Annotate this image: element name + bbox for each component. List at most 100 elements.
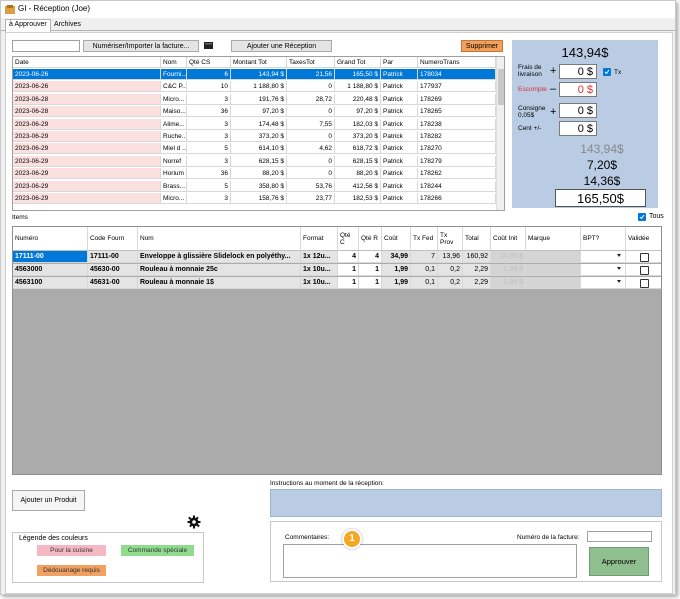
item-cell[interactable]: 1,99 (382, 264, 411, 276)
tab-to-approve[interactable]: à Approuver (5, 19, 51, 32)
item-col-header[interactable]: Coût (382, 227, 411, 251)
item-col-header[interactable]: Nom (138, 227, 301, 251)
reception-cell: Micro... (161, 93, 187, 105)
dropdown-arrow-icon[interactable] (617, 267, 621, 270)
reception-row[interactable]: 2023-06-29 Alime... 3 174,48 $7,55 182,03 $ P… (13, 118, 504, 130)
validated-checkbox[interactable] (640, 253, 649, 262)
reception-cell: Patrick (381, 131, 418, 142)
validated-checkbox[interactable] (640, 266, 649, 275)
item-row[interactable]: 17111-00 17111-00 Enveloppe à glissière Sl… (13, 251, 661, 264)
reception-cell: 88,20 $ (231, 168, 287, 180)
item-cell[interactable] (581, 277, 626, 289)
reception-row[interactable]: 2023-06-29 Miel d ... 5 614,10 $4,62 618,72 … (13, 143, 504, 155)
reception-row[interactable]: 2023-06-29 Horium 36 88,20 $0 88,20 $ Patrick… (13, 168, 504, 180)
col-header[interactable]: Par (381, 57, 418, 68)
col-header[interactable]: Nom (161, 57, 187, 68)
scan-import-button[interactable]: Numériser/Importer la facture... (83, 40, 199, 52)
item-col-header[interactable]: Qté R (359, 227, 382, 251)
dropdown-arrow-icon[interactable] (617, 280, 621, 283)
reception-row[interactable]: 2023-06-29 Ruche... 3 373,20 $0 373,20 $ Patr… (13, 131, 504, 142)
summary-subtotal: 143,94$ (580, 142, 624, 156)
reception-cell: Ruche... (161, 131, 187, 142)
item-col-header[interactable]: Format (301, 227, 338, 251)
item-col-header[interactable]: Validée (626, 227, 661, 251)
reception-row[interactable]: 2023-06-29 Brass... 5 358,80 $53,76 412,56 $… (13, 180, 504, 192)
reception-cell: 6 (187, 69, 231, 80)
col-header[interactable]: TaxesTot (287, 57, 335, 68)
reception-cell: Patrick (381, 168, 418, 180)
plus-sign: + (550, 65, 557, 77)
item-col-header[interactable]: Qté C (338, 227, 359, 251)
item-col-header[interactable]: Numéro (13, 227, 88, 251)
reception-cell: 88,20 $ (335, 168, 381, 180)
col-header[interactable]: Qté CS (187, 57, 231, 68)
col-header[interactable]: Grand Tot (335, 57, 381, 68)
filter-input[interactable] (12, 40, 80, 52)
all-checkbox[interactable] (638, 213, 646, 221)
item-row[interactable]: 4563000 45630-00 Rouleau à monnaie 25c 1x 1… (13, 264, 661, 277)
tx-label: Tx (614, 69, 622, 76)
item-col-header[interactable]: Tx Fed (411, 227, 438, 251)
reception-row[interactable]: 2023-06-26 C&C P... 10 1 188,80 $0 1 188,80 … (13, 81, 504, 93)
item-col-header[interactable]: Tx Prov (438, 227, 463, 251)
item-cell: 1x 10u... (301, 277, 338, 289)
item-col-header[interactable]: Total (463, 227, 491, 251)
item-col-header[interactable]: Code Fourn (88, 227, 138, 251)
reception-row[interactable]: 2023-06-26 Fourni... 6 143,94 $21,56 165,50 … (13, 69, 504, 80)
item-col-header[interactable]: Marque (526, 227, 581, 251)
reception-cell: 191,76 $ (231, 93, 287, 105)
reception-cell: Horium (161, 168, 187, 180)
col-header[interactable]: NumeroTrans (418, 57, 496, 68)
item-col-header[interactable]: BPT? (581, 227, 626, 251)
reception-row[interactable]: 2023-06-29 Norref 3 628,15 $0 628,15 $ Patric… (13, 155, 504, 167)
items-label: Items (12, 214, 28, 221)
item-row[interactable]: 4563100 45631-00 Rouleau à monnaie 1$ 1x 10… (13, 277, 661, 290)
comments-input[interactable] (283, 544, 577, 578)
item-cell[interactable]: 1 (359, 277, 382, 289)
item-cell[interactable]: 1 (359, 264, 382, 276)
shipping-input[interactable]: 0 $ (559, 64, 597, 79)
item-cell: 34,99 $ (491, 251, 526, 263)
reception-row[interactable]: 2023-06-29 Micro... 3 158,76 $23,77 182,53 $… (13, 193, 504, 204)
gear-icon[interactable] (187, 515, 201, 529)
invoice-number-input[interactable] (587, 531, 652, 542)
approve-button[interactable]: Approuver (589, 547, 649, 576)
discount-input[interactable]: 0 $ (559, 82, 597, 97)
item-cell[interactable]: 1,99 (382, 277, 411, 289)
item-cell (526, 277, 581, 289)
validated-checkbox[interactable] (640, 279, 649, 288)
item-cell[interactable] (581, 251, 626, 263)
item-cell[interactable]: 34,99 (382, 251, 411, 263)
reception-cell: 36 (187, 106, 231, 118)
item-cell[interactable] (581, 264, 626, 276)
scrollbar-thumb[interactable] (498, 69, 504, 105)
item-cell: Rouleau à monnaie 25c (138, 264, 301, 276)
receptions-scrollbar[interactable] (496, 57, 504, 210)
reception-cell: 0 (287, 155, 335, 167)
dropdown-arrow-icon[interactable] (617, 254, 621, 257)
reception-row[interactable]: 2023-06-28 Micro... 3 191,76 $28,72 220,48 $… (13, 93, 504, 105)
item-cell[interactable]: 1 (338, 277, 359, 289)
tx-checkbox[interactable] (603, 68, 611, 76)
deposit-input[interactable]: 0 $ (559, 103, 597, 118)
reception-cell: 23,77 (287, 193, 335, 204)
tab-archives[interactable]: Archives (51, 20, 84, 31)
item-cell[interactable]: 4 (338, 251, 359, 263)
delete-button[interactable]: Supprimer (461, 40, 503, 52)
shipping-label: Frais de livraison (518, 64, 542, 78)
folder-icon[interactable] (203, 40, 214, 51)
reception-row[interactable]: 2023-06-28 Maiso... 36 97,20 $0 97,20 $ Patri… (13, 106, 504, 118)
item-cell: Rouleau à monnaie 1$ (138, 277, 301, 289)
instructions-field[interactable] (270, 489, 662, 517)
add-reception-button[interactable]: Ajouter une Réception (231, 40, 332, 52)
item-col-header[interactable]: Coût Init (491, 227, 526, 251)
col-header[interactable]: Date (13, 57, 161, 68)
add-product-button[interactable]: Ajouter un Produit (12, 490, 85, 511)
item-cell[interactable]: 4 (359, 251, 382, 263)
reception-cell: 3 (187, 155, 231, 167)
cent-input[interactable]: 0 $ (559, 121, 597, 136)
reception-cell: Patrick (381, 180, 418, 192)
item-cell: 1x 12u... (301, 251, 338, 263)
col-header[interactable]: Montant Tot (231, 57, 287, 68)
item-cell[interactable]: 1 (338, 264, 359, 276)
